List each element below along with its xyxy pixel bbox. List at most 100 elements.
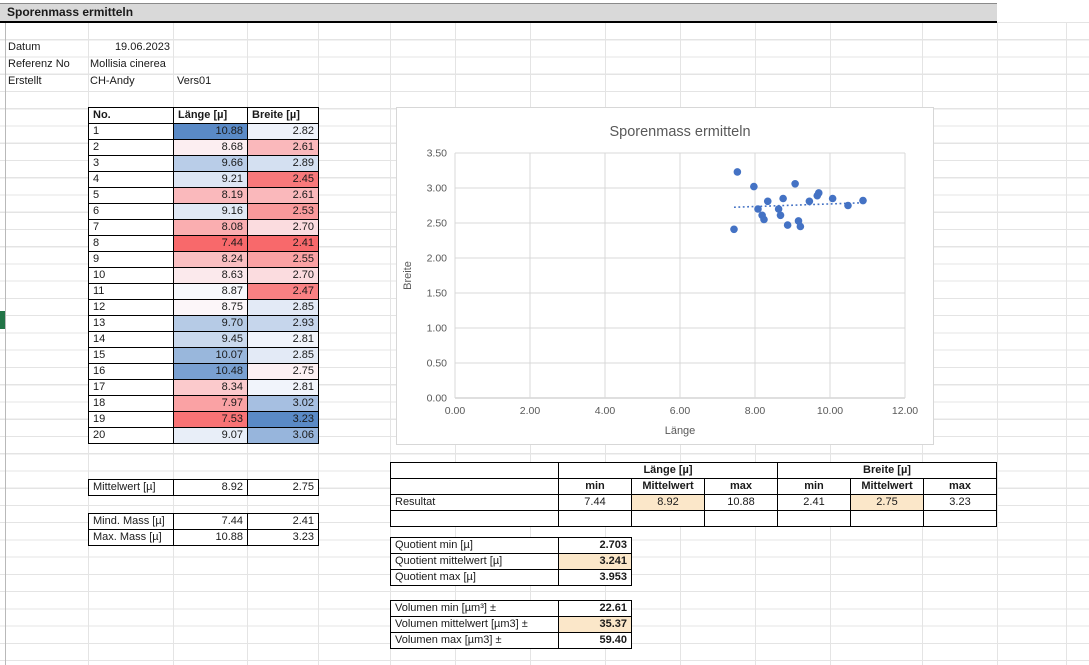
result-corner-cell[interactable]: [391, 463, 559, 479]
scatter-point[interactable]: [784, 221, 792, 229]
measurement-laenge-cell[interactable]: 7.44: [174, 236, 248, 252]
y-axis-title[interactable]: Breite: [402, 261, 414, 290]
version-value[interactable]: Vers01: [177, 73, 211, 90]
quotient-min-label[interactable]: Quotient min [µ]: [391, 538, 559, 554]
measurement-no-cell[interactable]: 1: [89, 124, 174, 140]
measurement-no-cell[interactable]: 11: [89, 284, 174, 300]
measurement-breite-cell[interactable]: 3.23: [248, 412, 319, 428]
scatter-point[interactable]: [764, 198, 772, 206]
result-group-laenge[interactable]: Länge [µ]: [559, 463, 778, 479]
measurement-breite-cell[interactable]: 2.89: [248, 156, 319, 172]
measurement-laenge-cell[interactable]: 8.08: [174, 220, 248, 236]
result-row-label[interactable]: Resultat: [391, 495, 559, 511]
measurement-no-cell[interactable]: 13: [89, 316, 174, 332]
measurement-laenge-cell[interactable]: 10.48: [174, 364, 248, 380]
min-mass-breite[interactable]: 2.41: [248, 514, 319, 530]
measurement-breite-cell[interactable]: 3.06: [248, 428, 319, 444]
scatter-point[interactable]: [730, 226, 738, 234]
result-header-max-l[interactable]: max: [705, 479, 778, 495]
result-min-laenge[interactable]: 7.44: [559, 495, 632, 511]
datum-value[interactable]: 19.06.2023: [88, 39, 170, 56]
scatter-point[interactable]: [791, 180, 799, 188]
measurement-breite-cell[interactable]: 2.81: [248, 380, 319, 396]
result-max-laenge[interactable]: 10.88: [705, 495, 778, 511]
measurement-breite-cell[interactable]: 2.61: [248, 188, 319, 204]
trendline[interactable]: [734, 203, 863, 207]
measurement-breite-cell[interactable]: 2.61: [248, 140, 319, 156]
measurement-breite-cell[interactable]: 2.82: [248, 124, 319, 140]
min-mass-laenge[interactable]: 7.44: [174, 514, 248, 530]
volumen-min-value[interactable]: 22.61: [559, 601, 632, 617]
measurement-no-cell[interactable]: 17: [89, 380, 174, 396]
scatter-chart[interactable]: 0.000.501.001.502.002.503.003.500.002.00…: [396, 107, 934, 445]
measurement-no-cell[interactable]: 9: [89, 252, 174, 268]
result-empty-cell[interactable]: [391, 479, 559, 495]
measurement-breite-cell[interactable]: 2.70: [248, 268, 319, 284]
quotient-max-label[interactable]: Quotient max [µ]: [391, 570, 559, 586]
result-header-mw-l[interactable]: Mittelwert: [632, 479, 705, 495]
mittelwert-breite[interactable]: 2.75: [248, 480, 319, 496]
chart-title[interactable]: Sporenmass ermitteln: [609, 124, 750, 140]
col-header-breite[interactable]: Breite [µ]: [248, 108, 319, 124]
volumen-min-label[interactable]: Volumen min [µm³] ±: [391, 601, 559, 617]
measurement-breite-cell[interactable]: 2.85: [248, 300, 319, 316]
measurement-laenge-cell[interactable]: 8.87: [174, 284, 248, 300]
scatter-point[interactable]: [734, 168, 742, 176]
scatter-point[interactable]: [754, 205, 762, 213]
scatter-point[interactable]: [795, 217, 803, 225]
measurement-breite-cell[interactable]: 2.41: [248, 236, 319, 252]
max-mass-label[interactable]: Max. Mass [µ]: [89, 530, 174, 546]
scatter-point[interactable]: [775, 205, 783, 213]
sheet-title-cell[interactable]: Sporenmass ermitteln: [0, 3, 997, 23]
scatter-point[interactable]: [806, 198, 814, 206]
result-max-breite[interactable]: 3.23: [924, 495, 997, 511]
measurement-laenge-cell[interactable]: 7.97: [174, 396, 248, 412]
min-mass-label[interactable]: Mind. Mass [µ]: [89, 514, 174, 530]
measurement-no-cell[interactable]: 10: [89, 268, 174, 284]
measurement-laenge-cell[interactable]: 9.70: [174, 316, 248, 332]
measurement-no-cell[interactable]: 15: [89, 348, 174, 364]
measurement-breite-cell[interactable]: 2.85: [248, 348, 319, 364]
measurement-breite-cell[interactable]: 2.93: [248, 316, 319, 332]
measurement-laenge-cell[interactable]: 10.88: [174, 124, 248, 140]
measurement-breite-cell[interactable]: 2.70: [248, 220, 319, 236]
measurement-no-cell[interactable]: 4: [89, 172, 174, 188]
scatter-point[interactable]: [859, 197, 867, 205]
result-mittelwert-laenge[interactable]: 8.92: [632, 495, 705, 511]
measurement-no-cell[interactable]: 8: [89, 236, 174, 252]
volumen-mittelwert-value[interactable]: 35.37: [559, 617, 632, 633]
measurement-laenge-cell[interactable]: 8.19: [174, 188, 248, 204]
scatter-point[interactable]: [750, 183, 758, 191]
measurement-breite-cell[interactable]: 2.45: [248, 172, 319, 188]
measurement-no-cell[interactable]: 19: [89, 412, 174, 428]
measurement-breite-cell[interactable]: 2.75: [248, 364, 319, 380]
measurement-laenge-cell[interactable]: 9.07: [174, 428, 248, 444]
volumen-mittelwert-label[interactable]: Volumen mittelwert [µm3] ±: [391, 617, 559, 633]
result-min-breite[interactable]: 2.41: [778, 495, 851, 511]
measurement-breite-cell[interactable]: 2.53: [248, 204, 319, 220]
measurement-no-cell[interactable]: 3: [89, 156, 174, 172]
result-header-mw-b[interactable]: Mittelwert: [851, 479, 924, 495]
measurement-breite-cell[interactable]: 2.55: [248, 252, 319, 268]
measurement-laenge-cell[interactable]: 9.16: [174, 204, 248, 220]
referenz-label[interactable]: Referenz No: [8, 56, 70, 73]
volumen-max-value[interactable]: 59.40: [559, 633, 632, 649]
result-mittelwert-breite[interactable]: 2.75: [851, 495, 924, 511]
measurement-laenge-cell[interactable]: 8.34: [174, 380, 248, 396]
scatter-point[interactable]: [779, 195, 787, 203]
measurement-breite-cell[interactable]: 3.02: [248, 396, 319, 412]
measurement-laenge-cell[interactable]: 7.53: [174, 412, 248, 428]
measurement-no-cell[interactable]: 12: [89, 300, 174, 316]
quotient-min-value[interactable]: 2.703: [559, 538, 632, 554]
measurement-no-cell[interactable]: 5: [89, 188, 174, 204]
measurement-no-cell[interactable]: 16: [89, 364, 174, 380]
measurement-laenge-cell[interactable]: 8.75: [174, 300, 248, 316]
measurement-breite-cell[interactable]: 2.47: [248, 284, 319, 300]
quotient-max-value[interactable]: 3.953: [559, 570, 632, 586]
measurement-no-cell[interactable]: 18: [89, 396, 174, 412]
scatter-point[interactable]: [760, 216, 768, 224]
col-header-no[interactable]: No.: [89, 108, 174, 124]
result-group-breite[interactable]: Breite [µ]: [778, 463, 997, 479]
referenz-value[interactable]: Mollisia cinerea: [90, 56, 166, 73]
measurement-laenge-cell[interactable]: 8.68: [174, 140, 248, 156]
